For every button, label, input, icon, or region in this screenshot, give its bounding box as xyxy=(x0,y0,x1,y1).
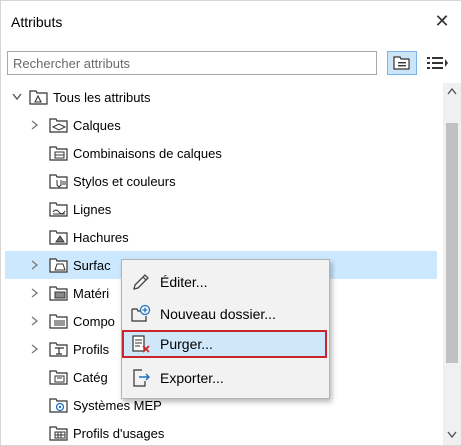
chevron-right-icon[interactable] xyxy=(29,119,41,131)
chevron-right-icon[interactable] xyxy=(29,343,41,355)
menu-item-export[interactable]: Exporter... xyxy=(122,364,329,392)
tree-label: Tous les attributs xyxy=(53,90,151,105)
tree-row-all-attributes[interactable]: Tous les attributs xyxy=(5,83,437,111)
tree-label: Matéri xyxy=(73,286,110,301)
chevron-right-icon[interactable] xyxy=(29,315,41,327)
profiles-icon xyxy=(49,342,68,357)
scrollbar-thumb[interactable] xyxy=(446,123,458,363)
all-attributes-icon xyxy=(29,90,48,105)
tree-row-hachures[interactable]: Hachures xyxy=(5,223,437,251)
tree-label: Catég xyxy=(73,370,108,385)
hatches-icon xyxy=(49,230,68,245)
close-icon[interactable]: ✕ xyxy=(431,10,453,32)
materials-icon xyxy=(49,286,68,301)
tree-label: Hachures xyxy=(73,230,129,245)
search-row xyxy=(7,51,459,75)
tree-label: Lignes xyxy=(73,202,112,217)
folder-view-icon xyxy=(393,56,410,70)
tree-label: Profils d'usages xyxy=(73,426,165,441)
menu-item-label: Purger... xyxy=(160,336,213,352)
context-menu: Éditer... Nouveau dossier... Purger... E… xyxy=(121,259,330,399)
tree-label: Systèmes MEP xyxy=(73,398,162,413)
search-input[interactable] xyxy=(7,51,377,75)
list-view-icon xyxy=(427,57,448,69)
window-title: Attributs xyxy=(11,14,63,30)
export-icon xyxy=(133,369,150,387)
title-bar: Attributs ✕ xyxy=(1,1,461,41)
pencil-icon xyxy=(133,274,149,290)
folder-view-button[interactable] xyxy=(387,51,417,75)
mep-systems-icon xyxy=(49,398,68,413)
menu-item-edit[interactable]: Éditer... xyxy=(122,268,329,296)
list-view-button[interactable] xyxy=(421,51,455,75)
menu-item-purge[interactable]: Purger... xyxy=(122,330,327,358)
menu-item-label: Éditer... xyxy=(160,274,208,290)
tree-row-lignes[interactable]: Lignes xyxy=(5,195,437,223)
pens-colors-icon xyxy=(49,174,68,189)
attributes-panel: Attributs ✕ Rechercher attributs Tous le… xyxy=(0,0,462,446)
tree-row-combinaisons[interactable]: Combinaisons de calques xyxy=(5,139,437,167)
purge-icon xyxy=(132,335,150,353)
layers-icon xyxy=(49,118,68,133)
composites-icon xyxy=(49,314,68,329)
layer-combinations-icon xyxy=(49,146,68,161)
tree-label: Compo xyxy=(73,314,115,329)
menu-item-new-folder[interactable]: Nouveau dossier... xyxy=(122,300,329,328)
surfaces-icon xyxy=(49,258,68,273)
vertical-scrollbar[interactable] xyxy=(443,83,461,445)
chevron-down-icon[interactable] xyxy=(11,91,23,103)
tree-label: Calques xyxy=(73,118,121,133)
tree-row-stylos[interactable]: Stylos et couleurs xyxy=(5,167,437,195)
tree-label: Profils xyxy=(73,342,110,357)
scroll-down-icon[interactable] xyxy=(447,431,457,439)
tree-row-usages[interactable]: Profils d'usages xyxy=(5,419,437,445)
categories-icon xyxy=(49,370,68,385)
menu-item-label: Nouveau dossier... xyxy=(160,306,276,322)
chevron-right-icon[interactable] xyxy=(29,259,41,271)
tree-label: Stylos et couleurs xyxy=(73,174,176,189)
lines-icon xyxy=(49,202,68,217)
menu-item-label: Exporter... xyxy=(160,370,224,386)
scroll-up-icon[interactable] xyxy=(447,87,457,95)
tree-label: Combinaisons de calques xyxy=(73,146,222,161)
chevron-right-icon[interactable] xyxy=(29,287,41,299)
tree-label: Surfac xyxy=(73,258,111,273)
tree-row-calques[interactable]: Calques xyxy=(5,111,437,139)
new-folder-icon xyxy=(131,304,151,322)
usage-profiles-icon xyxy=(49,426,68,441)
